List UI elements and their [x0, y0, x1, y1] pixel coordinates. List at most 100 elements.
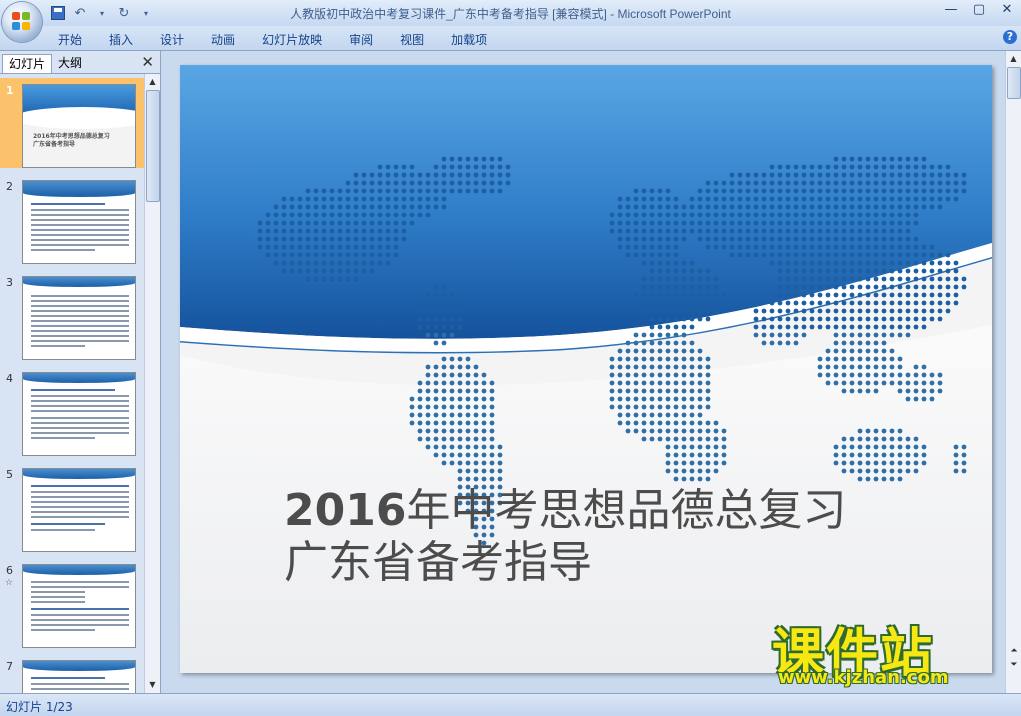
- thumbnail-row-1[interactable]: 1 2016年中考思想品德总复习 广东省备考指导: [0, 78, 145, 168]
- map-dot: [633, 380, 639, 386]
- map-dot: [393, 228, 399, 234]
- map-dot: [793, 204, 799, 210]
- map-dot: [881, 268, 887, 274]
- map-dot: [953, 172, 959, 178]
- scroll-thumb[interactable]: [1007, 67, 1021, 99]
- slide-thumbnail-6[interactable]: [22, 564, 136, 648]
- scroll-down-icon[interactable]: ▼: [146, 678, 159, 692]
- scroll-thumb[interactable]: [146, 90, 160, 202]
- map-dot: [617, 372, 623, 378]
- close-button[interactable]: ✕: [999, 2, 1015, 18]
- slide-thumbnail-4[interactable]: [22, 372, 136, 456]
- thumbnail-row-2[interactable]: 2: [0, 174, 145, 264]
- scroll-up-icon[interactable]: ▲: [146, 75, 159, 89]
- tab-animations[interactable]: 动画: [211, 31, 248, 48]
- slide-scrollbar[interactable]: ▲ ⏶ ⏷: [1005, 51, 1021, 693]
- map-dot: [305, 220, 311, 226]
- slide-indicator: 幻灯片 1/23: [6, 700, 73, 714]
- status-bar: 幻灯片 1/23: [0, 693, 1021, 716]
- map-dot: [689, 428, 695, 434]
- map-dot: [873, 324, 879, 330]
- thumbnail-row-7[interactable]: 7: [0, 654, 145, 693]
- map-dot: [873, 188, 879, 194]
- map-dot: [865, 308, 871, 314]
- map-dot: [849, 468, 855, 474]
- scroll-up-icon[interactable]: ▲: [1007, 52, 1020, 66]
- map-dot: [441, 412, 447, 418]
- map-dot: [649, 188, 655, 194]
- tab-outline[interactable]: 大纲: [52, 54, 88, 72]
- map-dot: [425, 292, 431, 298]
- map-dot: [777, 332, 783, 338]
- map-dot: [377, 212, 383, 218]
- tab-slides[interactable]: 幻灯片: [2, 54, 53, 73]
- slide-thumbnail-5[interactable]: [22, 468, 136, 552]
- map-dot: [457, 372, 463, 378]
- map-dot: [681, 356, 687, 362]
- map-dot: [897, 444, 903, 450]
- tab-review[interactable]: 审阅: [349, 31, 386, 48]
- map-dot: [769, 332, 775, 338]
- map-dot: [769, 204, 775, 210]
- map-dot: [625, 420, 631, 426]
- map-dot: [337, 276, 343, 282]
- map-dot: [873, 380, 879, 386]
- map-dot: [953, 268, 959, 274]
- map-dot: [473, 156, 479, 162]
- thumbnail-scrollbar[interactable]: ▲ ▼: [144, 74, 160, 693]
- map-dot: [673, 252, 679, 258]
- map-dot: [665, 188, 671, 194]
- tab-insert[interactable]: 插入: [109, 31, 146, 48]
- map-dot: [689, 380, 695, 386]
- slide-canvas[interactable]: 2016年中考思想品德总复习 广东省备考指导: [180, 65, 992, 673]
- slide-title[interactable]: 2016年中考思想品德总复习 广东省备考指导: [284, 485, 846, 589]
- map-dot: [801, 276, 807, 282]
- slide-thumbnail-1[interactable]: 2016年中考思想品德总复习 广东省备考指导: [22, 84, 136, 168]
- map-dot: [881, 300, 887, 306]
- maximize-button[interactable]: ▢: [971, 2, 987, 18]
- map-dot: [897, 452, 903, 458]
- map-dot: [329, 228, 335, 234]
- slide-thumbnail-3[interactable]: [22, 276, 136, 360]
- close-pane-icon[interactable]: ✕: [141, 53, 154, 71]
- tab-view[interactable]: 视图: [400, 31, 437, 48]
- map-dot: [473, 380, 479, 386]
- map-dot: [297, 236, 303, 242]
- map-dot: [881, 380, 887, 386]
- slide-thumbnail-7[interactable]: [22, 660, 136, 693]
- map-dot: [801, 180, 807, 186]
- thumbnail-row-4[interactable]: 4: [0, 366, 145, 456]
- map-dot: [873, 204, 879, 210]
- title-line1-text: 年中考思想品德总复习: [406, 485, 847, 536]
- map-dot: [745, 172, 751, 178]
- map-dot: [905, 292, 911, 298]
- map-dot: [425, 412, 431, 418]
- tab-home[interactable]: 开始: [58, 31, 95, 48]
- slide-thumbnail-2[interactable]: [22, 180, 136, 264]
- map-dot: [313, 244, 319, 250]
- thumbnail-row-5[interactable]: 5: [0, 462, 145, 552]
- map-dot: [913, 156, 919, 162]
- map-dot: [881, 292, 887, 298]
- tab-addins[interactable]: 加载项: [451, 31, 500, 48]
- help-icon[interactable]: ?: [1003, 30, 1017, 44]
- map-dot: [465, 164, 471, 170]
- thumbnail-row-3[interactable]: 3: [0, 270, 145, 360]
- thumbnail-row-6[interactable]: 6 ☆: [0, 558, 145, 648]
- map-dot: [881, 228, 887, 234]
- minimize-button[interactable]: —: [943, 2, 959, 18]
- map-dot: [713, 188, 719, 194]
- map-dot: [889, 252, 895, 258]
- tab-design[interactable]: 设计: [160, 31, 197, 48]
- map-dot: [849, 452, 855, 458]
- map-dot: [689, 300, 695, 306]
- map-dot: [665, 196, 671, 202]
- map-dot: [489, 180, 495, 186]
- map-dot: [633, 332, 639, 338]
- map-dot: [841, 188, 847, 194]
- map-dot: [673, 444, 679, 450]
- map-dot: [801, 268, 807, 274]
- map-dot: [817, 356, 823, 362]
- office-button[interactable]: [2, 2, 42, 42]
- tab-slideshow[interactable]: 幻灯片放映: [262, 31, 335, 48]
